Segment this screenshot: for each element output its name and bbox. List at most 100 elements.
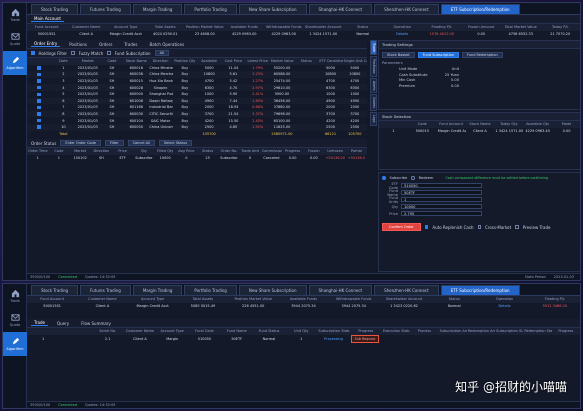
confirm-order-button[interactable]: Confirm Order — [382, 223, 421, 231]
nav-quote[interactable]: Quote — [3, 27, 27, 51]
all-filter-button[interactable]: All — [154, 50, 169, 56]
filter-checkbox[interactable] — [31, 51, 35, 55]
row-checkbox-cell[interactable] — [27, 117, 51, 124]
table-row[interactable]: 82023/01/03SH600030CITIC SecuritiesBuy37… — [27, 110, 367, 118]
module-tab[interactable]: Futures Trading — [80, 285, 131, 295]
module-tab[interactable]: Shanghai-HK Connect — [308, 4, 373, 14]
vertical-tab[interactable]: Orders — [370, 94, 377, 112]
module-tab[interactable]: Margin Trading — [132, 4, 183, 14]
bottom-sub-tab[interactable]: Query — [54, 321, 72, 326]
vertical-tab[interactable]: Positions — [370, 56, 377, 77]
field-input[interactable]: 1 — [401, 196, 482, 203]
bottom-sub-tabs: Trade Query Flow Summary — [27, 319, 580, 329]
redeem-radio[interactable] — [411, 176, 415, 180]
module-tab[interactable]: Shenzhen-HK Connect — [374, 285, 439, 295]
mode-button[interactable]: Fund Redemption — [461, 52, 503, 58]
module-tab[interactable]: Portfolio Trading — [184, 4, 237, 14]
order-tab[interactable]: Order Entry — [31, 41, 61, 47]
opt-checkbox-2[interactable] — [477, 225, 481, 229]
opt-checkbox-1[interactable] — [424, 225, 429, 229]
table-cell: Client A — [95, 303, 110, 308]
row-checkbox[interactable] — [37, 105, 41, 110]
bottom-sub-tab[interactable]: Flow Summary — [78, 321, 114, 326]
row-checkbox[interactable] — [37, 85, 41, 90]
row-checkbox-cell[interactable] — [27, 97, 52, 105]
mode-button[interactable]: Fund Subscription — [417, 52, 459, 58]
module-tab[interactable]: New Share Subscription — [238, 4, 307, 14]
module-tab[interactable]: ETF Subscription/Redemption — [440, 285, 520, 295]
module-tab[interactable]: New Share Subscription — [238, 285, 307, 295]
module-tab[interactable]: ETF Subscription/Redemption — [440, 4, 520, 14]
row-checkbox-cell[interactable] — [27, 65, 51, 72]
row-checkbox[interactable] — [37, 66, 41, 70]
flow-step[interactable]: Sub Request — [350, 334, 380, 343]
column-header: Direction — [148, 58, 173, 65]
nav-quote-bottom[interactable]: Quote — [3, 308, 27, 332]
table-cell: 50ETF — [231, 336, 243, 341]
order-tab[interactable]: Positions — [66, 42, 90, 47]
selection-table: Code Fund Account Stock Name Today Qty Avail… — [379, 121, 580, 134]
row-checkbox-cell[interactable] — [27, 104, 51, 111]
field-input[interactable]: 10000 — [401, 203, 482, 210]
row-checkbox[interactable] — [37, 79, 41, 83]
module-tab[interactable]: Stock Trading — [31, 4, 79, 14]
module-tab[interactable]: Shanghai-HK Connect — [308, 285, 373, 295]
setting-key: Premium — [399, 83, 415, 88]
table-row[interactable]: 6 2023/01/03 SH 601006 Daqin Railway Buy 4900 7… — [27, 97, 367, 105]
row-checkbox-cell[interactable] — [27, 84, 52, 91]
row-checkbox[interactable] — [37, 72, 41, 77]
table-row[interactable]: 10 2023/01/03 SH 600050 China Unicom Buy 2500 4… — [27, 123, 367, 131]
field-input[interactable]: 2.795 — [401, 210, 482, 217]
column-header: Withdrawable Funds — [264, 24, 304, 31]
nav-algorithm-bottom[interactable]: Algorithm — [3, 332, 27, 356]
nav-algorithm-label: Algorithm — [6, 347, 24, 351]
column-header: Fund Account — [436, 121, 466, 128]
field-input[interactable]: 510050 — [401, 182, 482, 189]
row-checkbox[interactable] — [37, 125, 41, 129]
row-checkbox-cell[interactable] — [27, 123, 52, 131]
table-row[interactable]: 7 2023/01/03 SH 601166 Industrial Bank Buy 200… — [27, 104, 367, 111]
subscribe-radio[interactable] — [382, 176, 386, 180]
module-tab[interactable]: Margin Trading — [132, 285, 183, 295]
table-row[interactable]: 1 2023/01/03 SH 600016 China Minsheng Bank Bu… — [27, 65, 367, 72]
nav-trade[interactable]: Trade — [3, 3, 27, 27]
vertical-tab[interactable]: Trade — [370, 40, 377, 56]
nav-trade-bottom[interactable]: Trade — [3, 284, 27, 308]
field-input[interactable]: 50ETF — [401, 189, 482, 196]
row-checkbox[interactable] — [37, 112, 41, 116]
table-row[interactable]: 4 2023/01/03 SH 600028 Sinopec Buy 6300 4.70 2.9… — [27, 84, 367, 91]
order-tab[interactable]: Batch Operations — [146, 42, 187, 47]
table-row[interactable]: 22023/01/03SH600036China Merchants BankB… — [27, 71, 367, 78]
fund-sub-checkbox[interactable] — [107, 51, 111, 55]
order-tab[interactable]: Orders — [96, 42, 115, 47]
module-tab[interactable]: Stock Trading — [31, 285, 79, 295]
filter-button[interactable]: Filter — [104, 140, 124, 147]
module-tab[interactable]: Shenzhen-HK Connect — [374, 4, 439, 14]
cancel-all-button[interactable]: Cancel All — [127, 140, 155, 147]
vertical-tab[interactable]: Logs — [370, 112, 377, 126]
row-checkbox[interactable] — [37, 118, 41, 123]
row-checkbox-cell[interactable] — [27, 71, 52, 78]
module-tab[interactable]: Portfolio Trading — [184, 285, 237, 295]
fuzzy-checkbox[interactable] — [71, 51, 75, 55]
select-status-button[interactable]: Select Status — [158, 140, 192, 147]
vertical-tab[interactable]: Alerts — [370, 77, 377, 94]
row-checkbox[interactable] — [37, 92, 41, 97]
mode-button[interactable]: Stock Basket — [382, 52, 415, 58]
bottom-sub-tab[interactable]: Trade — [31, 320, 48, 327]
row-checkbox-cell[interactable] — [27, 110, 52, 118]
table-row[interactable]: 3 2023/01/03 SH 600015 Hua Xia Bank Buy 4700 5.… — [27, 78, 367, 85]
module-tab[interactable]: Futures Trading — [80, 4, 131, 14]
column-header: Fund Code — [188, 328, 221, 335]
row-checkbox[interactable] — [37, 99, 41, 103]
row-checkbox-cell[interactable] — [27, 91, 51, 98]
opt-checkbox-3[interactable] — [515, 225, 519, 229]
setting-row: Premium 0.00 — [399, 84, 459, 90]
tab-main-account[interactable]: Main Account — [31, 16, 64, 22]
table-row[interactable]: 5 2023/01/03 SH 600000 Shanghai Pudong Dev B… — [27, 91, 367, 98]
order-tab[interactable]: Trades — [121, 42, 140, 47]
row-checkbox-cell[interactable] — [27, 78, 51, 85]
table-row[interactable]: 9 2023/01/03 SH 600104 SAIC Motor Buy 4200 15.5… — [27, 117, 367, 124]
order-code-input[interactable]: Enter Order Code — [60, 140, 101, 147]
nav-algorithm[interactable]: Algorithm — [3, 51, 27, 75]
